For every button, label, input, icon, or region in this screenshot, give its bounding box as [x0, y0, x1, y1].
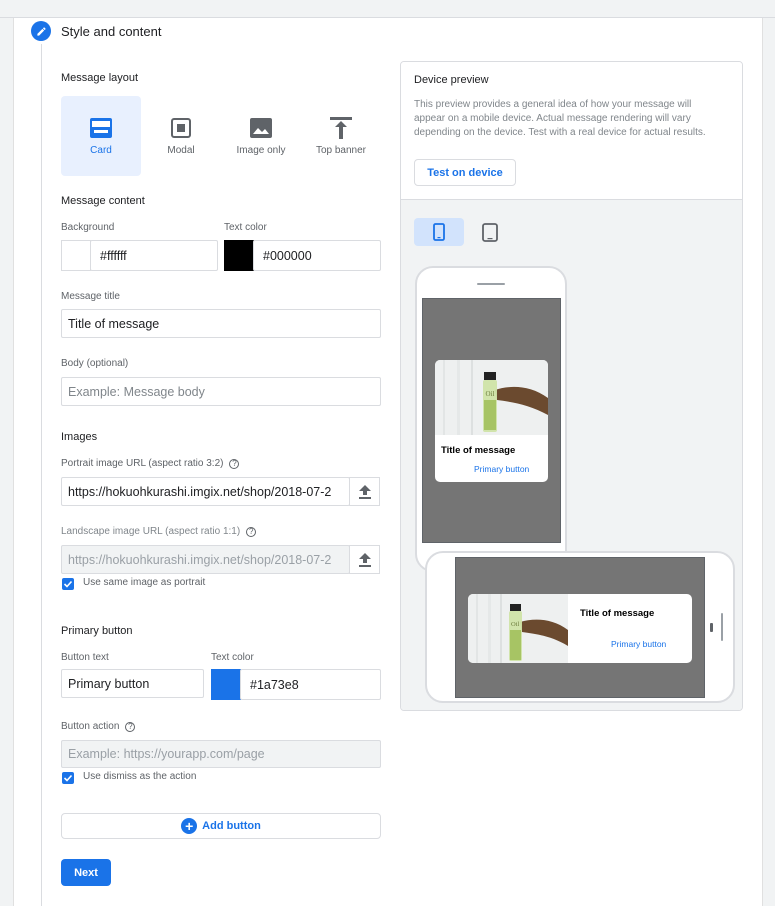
device-preview-description: This preview provides a general idea of … — [414, 99, 706, 138]
button-color-swatch[interactable] — [211, 669, 241, 700]
check-icon — [63, 580, 73, 588]
button-color-input[interactable]: #1a73e8 — [240, 669, 381, 700]
portrait-message-title: Title of message — [441, 445, 516, 456]
layout-option-modal[interactable]: Modal — [141, 96, 221, 176]
message-layout-label: Message layout — [61, 72, 139, 84]
portrait-message-button: Primary button — [474, 464, 530, 474]
phone-speaker — [721, 613, 723, 641]
add-button-label: Add button — [202, 820, 261, 832]
landscape-message-title: Title of message — [580, 608, 655, 619]
background-color-swatch[interactable] — [61, 240, 91, 271]
landscape-message-button: Primary button — [611, 639, 667, 649]
upload-icon — [358, 552, 371, 567]
message-image: Oil — [468, 594, 568, 663]
device-preview-panel: Device preview This preview provides a g… — [400, 61, 743, 711]
device-preview-title: Device preview — [414, 74, 489, 86]
message-title-input[interactable]: Title of message — [61, 309, 381, 338]
portrait-image-label-text: Portrait image URL (aspect ratio 3:2) — [61, 458, 224, 469]
button-color-label: Text color — [211, 652, 254, 663]
body-label: Body (optional) — [61, 358, 129, 369]
phone-icon — [433, 223, 445, 241]
phone-home-indicator — [710, 623, 713, 632]
button-action-input[interactable]: Example: https://yourapp.com/page — [61, 740, 381, 768]
layout-option-label: Top banner — [315, 145, 367, 156]
landscape-message-card: Oil Title of message Primary button — [468, 594, 692, 663]
portrait-phone-preview: Oil Title of message Primary button — [415, 266, 567, 572]
message-image: Oil — [435, 360, 548, 435]
help-icon[interactable]: ? — [229, 459, 240, 469]
body-input[interactable]: Example: Message body — [61, 377, 381, 406]
same-image-label: Use same image as portrait — [83, 577, 206, 588]
same-image-checkbox[interactable] — [62, 578, 74, 590]
layout-option-image-only[interactable]: Image only — [221, 96, 301, 176]
layout-option-label: Card — [90, 145, 112, 156]
background-label: Background — [61, 222, 115, 233]
landscape-phone-screen: Oil Title of message Primary button — [455, 557, 705, 698]
landscape-image-label-text: Landscape image URL (aspect ratio 1:1) — [61, 526, 241, 537]
step-line — [41, 44, 42, 906]
next-button[interactable]: Next — [61, 859, 111, 886]
add-button[interactable]: + Add button — [61, 813, 381, 839]
button-text-label: Button text — [61, 652, 109, 663]
check-icon — [63, 774, 73, 782]
portrait-image-url-input[interactable]: https://hokuohkurashi.imgix.net/shop/201… — [61, 477, 350, 506]
top-banner-icon — [329, 116, 353, 140]
tablet-toggle[interactable] — [465, 218, 515, 246]
landscape-image-url-input[interactable]: https://hokuohkurashi.imgix.net/shop/201… — [61, 545, 350, 574]
button-action-label: Button action? — [61, 721, 136, 732]
dismiss-action-label: Use dismiss as the action — [83, 771, 197, 782]
device-preview-header: Device preview This preview provides a g… — [401, 62, 742, 200]
background-color-input[interactable]: #ffffff — [90, 240, 218, 271]
edit-step-icon — [31, 21, 51, 41]
portrait-phone-screen: Oil Title of message Primary button — [422, 298, 561, 543]
card-icon — [89, 116, 113, 140]
button-text-input[interactable]: Primary button — [61, 669, 204, 698]
svg-text:Oil: Oil — [511, 621, 520, 628]
layout-option-label: Modal — [167, 145, 195, 156]
images-label: Images — [61, 431, 98, 443]
primary-button-section-label: Primary button — [61, 625, 133, 637]
top-bar — [0, 0, 775, 18]
step-title: Style and content — [61, 24, 162, 39]
upload-icon — [358, 484, 371, 499]
text-color-label: Text color — [224, 222, 267, 233]
test-on-device-button[interactable]: Test on device — [414, 159, 516, 186]
landscape-image-label: Landscape image URL (aspect ratio 1:1)? — [61, 526, 257, 537]
landscape-phone-preview: Oil Title of message Primary button — [425, 551, 735, 703]
portrait-image-label: Portrait image URL (aspect ratio 3:2)? — [61, 458, 240, 469]
help-icon[interactable]: ? — [246, 527, 257, 537]
text-color-input[interactable]: #000000 — [253, 240, 381, 271]
dismiss-action-checkbox[interactable] — [62, 772, 74, 784]
portrait-upload-button[interactable] — [349, 477, 380, 506]
add-circle-icon: + — [181, 818, 198, 834]
layout-option-top-banner[interactable]: Top banner — [301, 96, 381, 176]
image-icon — [249, 116, 273, 140]
tablet-icon — [482, 222, 498, 242]
layout-option-label: Image only — [236, 145, 286, 156]
landscape-upload-button[interactable] — [349, 545, 380, 574]
phone-toggle[interactable] — [414, 218, 464, 246]
button-action-label-text: Button action — [61, 721, 120, 732]
message-title-label: Message title — [61, 291, 120, 302]
text-color-swatch[interactable] — [224, 240, 254, 271]
phone-speaker — [477, 283, 505, 285]
help-icon[interactable]: ? — [125, 722, 136, 732]
modal-icon — [169, 116, 193, 140]
device-preview-canvas: Oil Title of message Primary button Oil … — [401, 200, 742, 710]
message-content-label: Message content — [61, 195, 145, 207]
svg-text:Oil: Oil — [486, 390, 495, 398]
layout-option-card[interactable]: Card — [61, 96, 141, 176]
portrait-message-card: Oil Title of message Primary button — [435, 360, 548, 482]
